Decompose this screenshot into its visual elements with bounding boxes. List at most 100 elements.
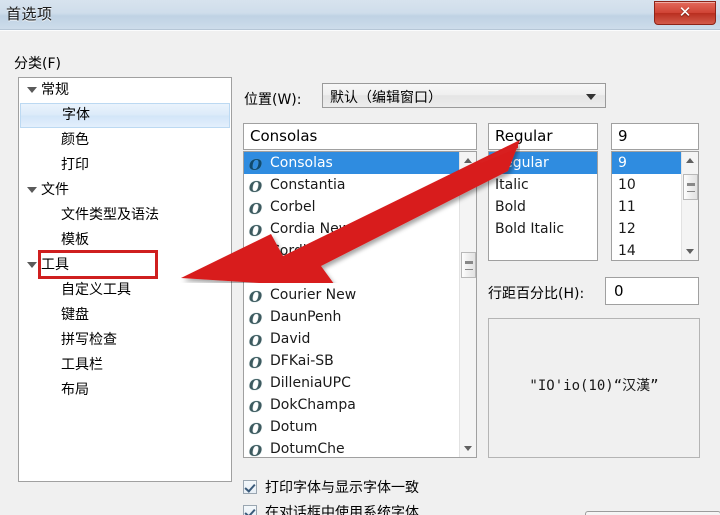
sidebar-item-0[interactable]: 常规 <box>19 78 231 103</box>
sidebar-item-9[interactable]: 键盘 <box>19 303 231 328</box>
checkbox-label: 打印字体与显示字体一致 <box>265 480 419 496</box>
line-spacing-value: 0 <box>614 282 624 300</box>
font-item-0[interactable]: O Consolas <box>244 152 459 174</box>
category-label: 分类(F) <box>14 56 61 72</box>
line-spacing-input[interactable]: 0 <box>605 277 699 305</box>
font-name-input[interactable]: Consolas <box>243 123 477 150</box>
sidebar-item-6[interactable]: 模板 <box>19 228 231 253</box>
opentype-font-icon: O <box>249 420 263 438</box>
style-item-label: Bold Italic <box>495 221 565 237</box>
size-item-label: 12 <box>618 221 636 237</box>
scroll-up-arrow-icon[interactable] <box>682 152 698 169</box>
scroll-up-arrow-icon[interactable] <box>460 152 476 169</box>
opentype-font-icon: O <box>249 310 263 328</box>
sidebar-item-12[interactable]: 布局 <box>19 378 231 403</box>
sidebar-item-label: 打印 <box>61 157 89 173</box>
category-tree[interactable]: 常规字体 颜色打印文件文件类型及语法模板 工具自定义工具键盘 拼写检查 工具栏布局 <box>18 77 232 482</box>
sidebar-item-8[interactable]: 自定义工具 <box>19 278 231 303</box>
checkbox-icon[interactable] <box>243 505 257 515</box>
opentype-font-icon: O <box>249 398 263 416</box>
expand-triangle-icon[interactable] <box>27 78 37 103</box>
font-style-input[interactable]: Regular <box>488 123 598 150</box>
style-item-1[interactable]: Italic <box>489 174 597 196</box>
font-item-7[interactable]: O DaunPenh <box>244 306 459 328</box>
font-item-label: Constantia <box>270 177 346 193</box>
font-size-input[interactable]: 9 <box>611 123 699 150</box>
line-spacing-label: 行距百分比(H): <box>488 286 585 302</box>
location-value: 默认（编辑窗口） <box>330 90 442 106</box>
font-name-listbox[interactable]: O Consolas O Constantia O Corbel O Cordia New O C… <box>243 151 477 458</box>
sidebar-item-7[interactable]: 工具 <box>19 253 231 278</box>
opentype-font-icon: O <box>249 288 263 306</box>
font-preview-panel: "IO'io(10)“汉漢” <box>488 318 700 458</box>
size-item-label: 11 <box>618 199 636 215</box>
location-combobox[interactable]: 默认（编辑窗口） <box>322 83 606 108</box>
size-item-1[interactable]: 10 <box>612 174 681 196</box>
expand-triangle-icon[interactable] <box>27 178 37 203</box>
checkbox-icon[interactable] <box>243 480 257 494</box>
font-size-listbox[interactable]: 9 10 11 12 14 <box>611 151 699 261</box>
size-item-2[interactable]: 11 <box>612 196 681 218</box>
font-list-rows[interactable]: O Consolas O Constantia O Corbel O Cordia New O C… <box>244 152 459 458</box>
size-item-3[interactable]: 12 <box>612 218 681 240</box>
opentype-font-icon: O <box>249 332 263 350</box>
sidebar-item-label: 常规 <box>41 82 69 98</box>
style-item-0[interactable]: Regular <box>489 152 597 174</box>
sidebar-item-label: 布局 <box>61 382 89 398</box>
font-item-8[interactable]: O David <box>244 328 459 350</box>
expand-triangle-icon[interactable] <box>27 253 37 278</box>
scrollbar-thumb[interactable] <box>683 174 698 200</box>
opentype-font-icon: O <box>249 442 263 458</box>
size-item-0[interactable]: 9 <box>612 152 681 174</box>
font-item-label: Courier New <box>270 287 357 303</box>
size-list-scrollbar[interactable] <box>681 152 698 260</box>
checkbox-label: 在对话框中使用系统字体 <box>265 505 419 515</box>
close-button[interactable]: ✕ <box>654 1 716 25</box>
sidebar-item-5[interactable]: 文件类型及语法 <box>19 203 231 228</box>
font-item-13[interactable]: O DotumChe <box>244 438 459 458</box>
font-size-value: 9 <box>618 127 628 145</box>
font-item-4[interactable]: O CordiaUPC <box>244 240 459 262</box>
font-name-value: Consolas <box>250 127 318 145</box>
font-style-listbox[interactable]: Regular Italic Bold Bold Italic <box>488 151 598 261</box>
font-item-11[interactable]: O DokChampa <box>244 394 459 416</box>
scrollbar-thumb[interactable] <box>461 252 476 278</box>
opentype-font-icon: O <box>249 222 263 240</box>
font-item-9[interactable]: O DFKai-SB <box>244 350 459 372</box>
style-item-2[interactable]: Bold <box>489 196 597 218</box>
size-item-label: 9 <box>618 155 627 171</box>
opentype-font-icon: O <box>249 354 263 372</box>
font-list-scrollbar[interactable] <box>459 152 476 457</box>
font-item-2[interactable]: O Corbel <box>244 196 459 218</box>
font-item-1[interactable]: O Constantia <box>244 174 459 196</box>
scroll-down-arrow-icon[interactable] <box>460 440 476 457</box>
font-item-6[interactable]: O Courier New <box>244 284 459 306</box>
style-item-label: Bold <box>495 199 526 215</box>
sidebar-item-label: 自定义工具 <box>61 282 131 298</box>
style-item-label: Regular <box>495 155 549 171</box>
font-size-rows[interactable]: 9 10 11 12 14 <box>612 152 681 260</box>
sidebar-item-label: 文件类型及语法 <box>61 207 159 223</box>
font-item-10[interactable]: O DilleniaUPC <box>244 372 459 394</box>
sidebar-item-3[interactable]: 打印 <box>19 153 231 178</box>
opentype-font-icon: O <box>249 244 263 262</box>
font-item-12[interactable]: O Dotum <box>244 416 459 438</box>
chevron-down-icon <box>586 94 596 100</box>
sidebar-item-4[interactable]: 文件 <box>19 178 231 203</box>
sidebar-item-2[interactable]: 颜色 <box>19 128 231 153</box>
sidebar-item-1[interactable]: 字体 <box>20 103 230 128</box>
size-item-4[interactable]: 14 <box>612 240 681 260</box>
reset-size-button[interactable]: 重置大小 <box>585 511 720 515</box>
scroll-down-arrow-icon[interactable] <box>682 243 698 260</box>
font-item-3[interactable]: O Cordia New <box>244 218 459 240</box>
font-item-label: DilleniaUPC <box>270 375 351 391</box>
style-item-3[interactable]: Bold Italic <box>489 218 597 240</box>
font-style-rows[interactable]: Regular Italic Bold Bold Italic <box>489 152 597 240</box>
sidebar-item-11[interactable]: 工具栏 <box>19 353 231 378</box>
sidebar-item-label: 文件 <box>41 182 69 198</box>
font-item-5[interactable]: O Courier <box>244 262 459 284</box>
window-title: 首选项 <box>6 5 53 23</box>
font-item-label: David <box>270 331 311 347</box>
opentype-font-icon: O <box>249 266 263 284</box>
sidebar-item-10[interactable]: 拼写检查 <box>19 328 231 353</box>
